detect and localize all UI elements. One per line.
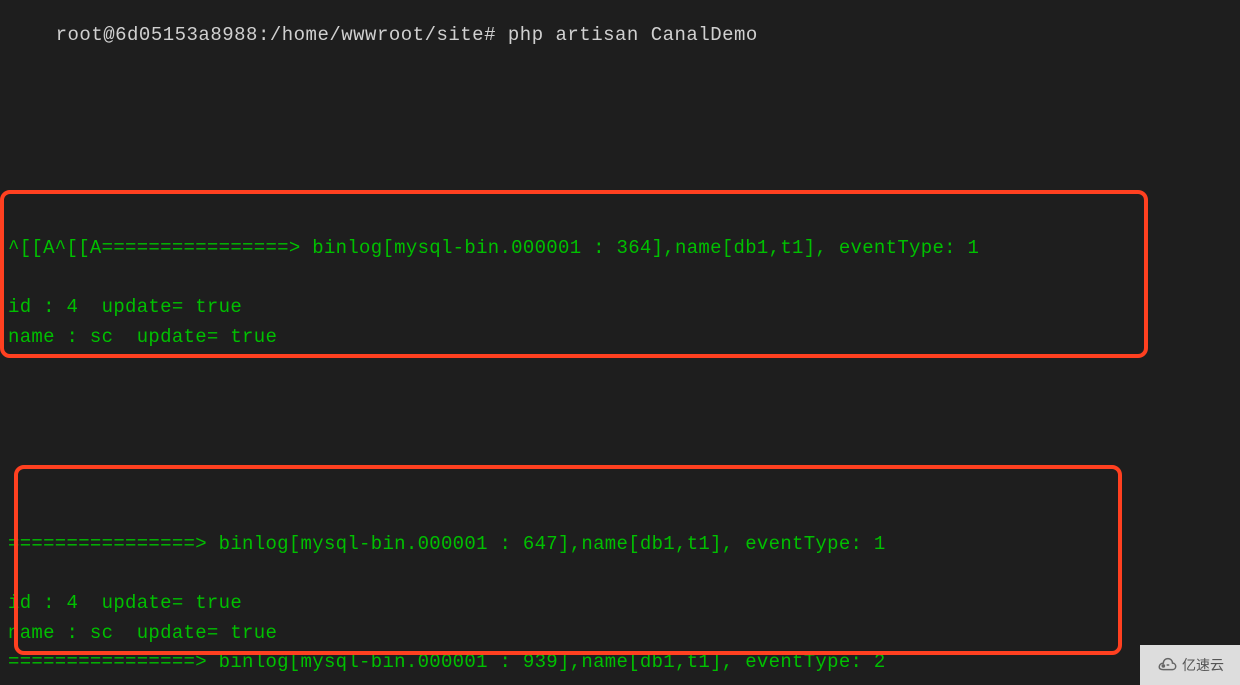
- output-block-2: ================> binlog[mysql-bin.00000…: [0, 530, 894, 648]
- shell-prompt: root@6d05153a8988:/home/wwwroot/site#: [56, 24, 508, 46]
- watermark-badge: 亿速云: [1140, 645, 1240, 685]
- terminal-window[interactable]: root@6d05153a8988:/home/wwwroot/site# ph…: [0, 0, 1240, 685]
- field-update-name: name : sc update= true: [0, 619, 894, 649]
- blank-line: [0, 264, 987, 294]
- binlog-event-line: ================> binlog[mysql-bin.00000…: [0, 648, 894, 678]
- cloud-icon: [1156, 656, 1178, 674]
- watermark-text: 亿速云: [1182, 655, 1224, 675]
- typed-command: php artisan CanalDemo: [508, 24, 758, 46]
- field-update-id: id : 4 update= true: [0, 589, 894, 619]
- field-update-id: id : 4 update= true: [0, 293, 987, 323]
- blank-line: [0, 560, 894, 590]
- binlog-event-line: ================> binlog[mysql-bin.00000…: [0, 530, 894, 560]
- binlog-event-line: ^[[A^[[A================> binlog[mysql-b…: [0, 234, 987, 264]
- output-block-1: ^[[A^[[A================> binlog[mysql-b…: [0, 234, 987, 352]
- command-prompt-line: root@6d05153a8988:/home/wwwroot/site# ph…: [0, 0, 1240, 68]
- field-update-name: name : sc update= true: [0, 323, 987, 353]
